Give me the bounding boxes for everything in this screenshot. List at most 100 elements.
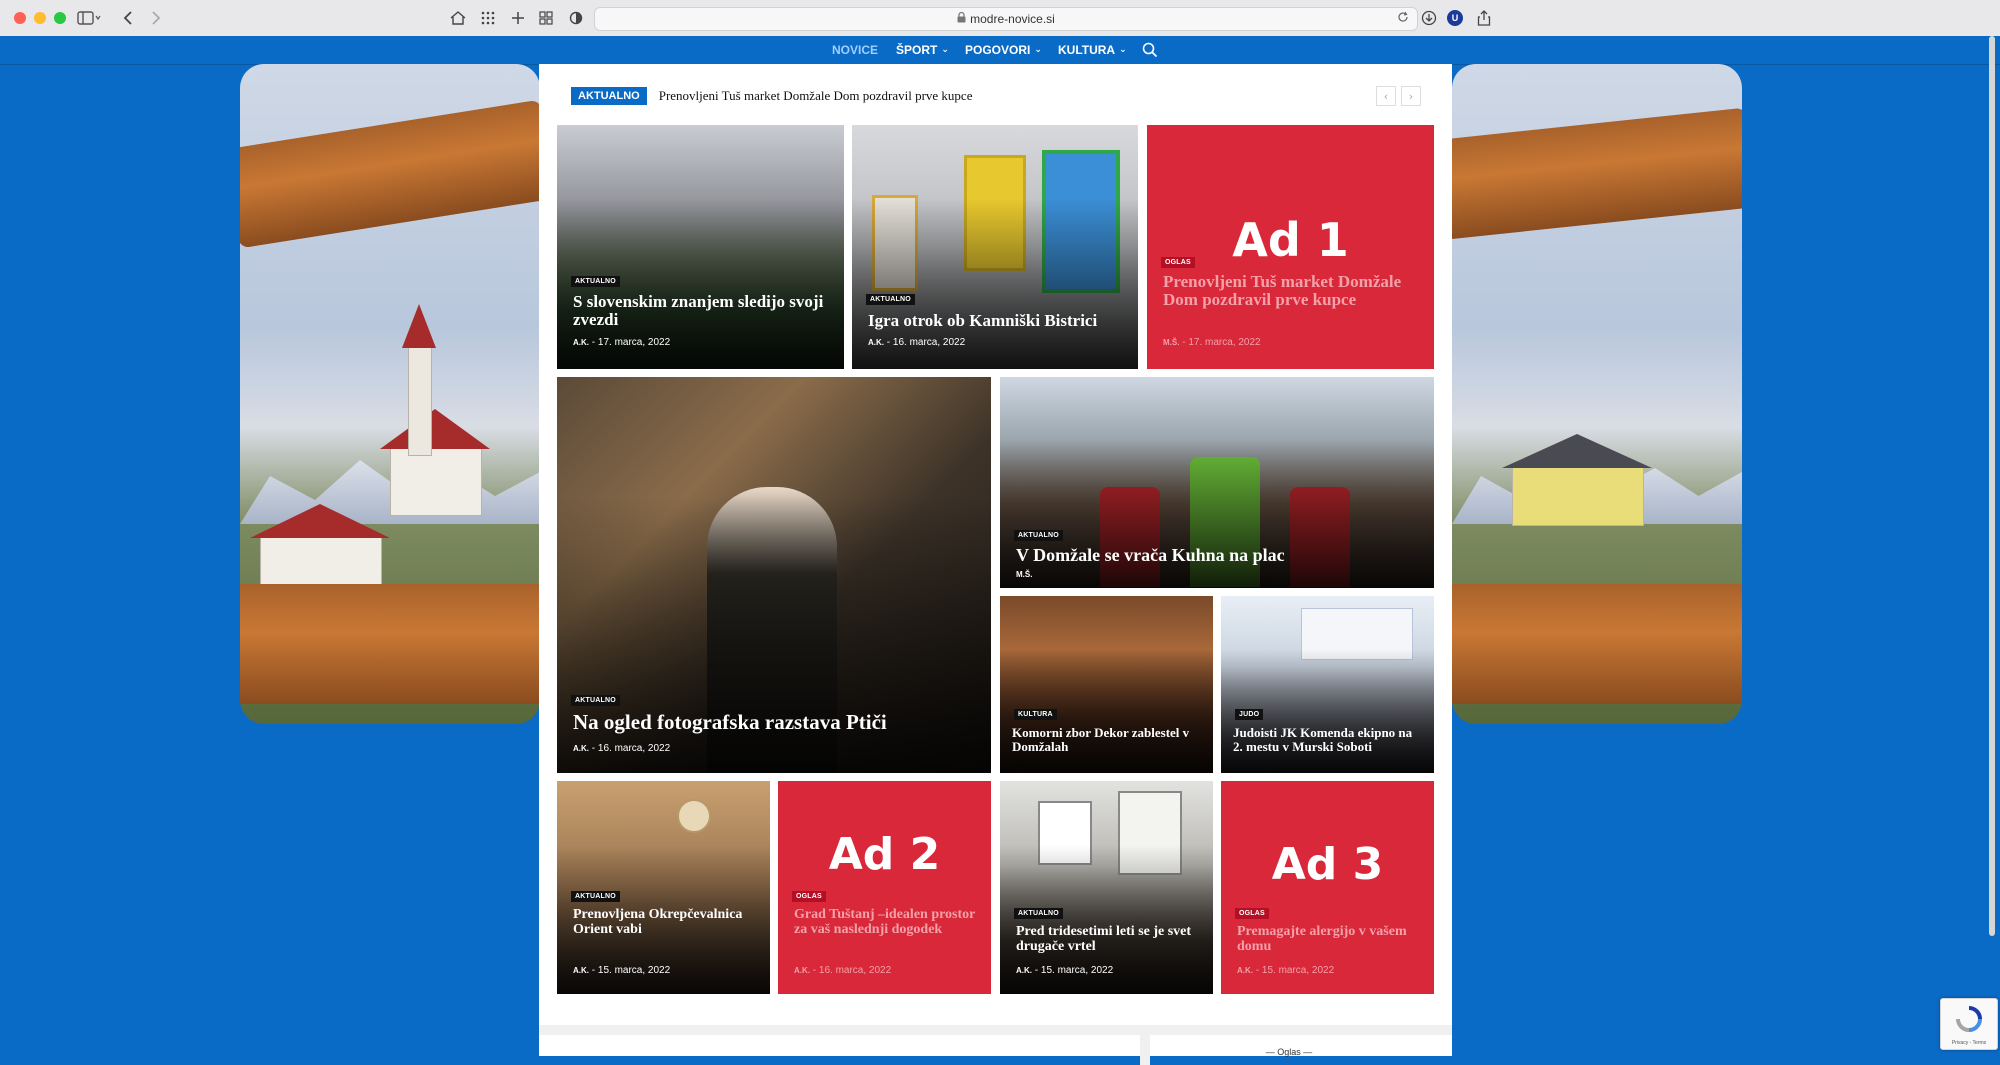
chevron-down-icon: ⌄ <box>1034 45 1042 55</box>
article-tile[interactable]: AKTUALNO S slovenskim znanjem sledijo sv… <box>557 125 844 369</box>
news-ticker: AKTUALNO Prenovljeni Tuš market Domžale … <box>571 86 972 106</box>
close-window-button[interactable] <box>14 12 26 24</box>
article-author: A.K. <box>1016 966 1032 975</box>
article-tile[interactable]: AKTUALNO Pred tridesetimi leti se je sve… <box>1000 781 1213 994</box>
article-tile[interactable]: AKTUALNO Prenovljena Okrepčevalnica Orie… <box>557 781 770 994</box>
chevron-down-icon: ⌄ <box>941 45 949 55</box>
article-meta: A.K. - 17. marca, 2022 <box>573 337 671 348</box>
ad-label: Ad 3 <box>1271 839 1384 890</box>
privacy-shield-icon[interactable] <box>566 8 586 28</box>
article-author: A.K. <box>573 744 589 753</box>
profile-initial: U <box>1447 10 1463 26</box>
article-author: A.K. <box>573 966 589 975</box>
ticker-headline-link[interactable]: Prenovljeni Tuš market Domžale Dom pozdr… <box>659 88 973 104</box>
ad-tile[interactable]: Ad 1 OGLAS Prenovljeni Tuš market Domžal… <box>1147 125 1434 369</box>
tab-overview-icon[interactable] <box>536 8 556 28</box>
article-title[interactable]: V Domžale se vrača Kuhna na plac <box>1016 546 1420 565</box>
reload-icon[interactable] <box>1397 11 1409 26</box>
article-meta: A.K. - 16. marca, 2022 <box>573 743 671 754</box>
article-meta: A.K. - 15. marca, 2022 <box>1237 965 1335 976</box>
lock-icon <box>957 11 966 26</box>
article-title[interactable]: Igra otrok ob Kamniški Bistrici <box>868 312 1124 330</box>
download-icon[interactable] <box>1419 8 1439 28</box>
category-badge: AKTUALNO <box>1014 530 1063 541</box>
article-author: M.Š. <box>1016 570 1033 579</box>
article-meta: A.K. - 16. marca, 2022 <box>794 965 892 976</box>
nav-item-sport[interactable]: ŠPORT ⌄ <box>896 40 949 60</box>
nav-label: KULTURA <box>1058 43 1116 57</box>
category-badge: AKTUALNO <box>571 891 620 902</box>
article-tile[interactable]: AKTUALNO V Domžale se vrača Kuhna na pla… <box>1000 377 1434 588</box>
ad-title[interactable]: Premagajte alergijo v vašem domu <box>1237 924 1420 954</box>
home-icon[interactable] <box>448 8 468 28</box>
ticker-prev-button[interactable]: ‹ <box>1376 86 1396 106</box>
category-badge: AKTUALNO <box>1014 908 1063 919</box>
article-title[interactable]: Prenovljena Okrepčevalnica Orient vabi <box>573 907 756 937</box>
article-title[interactable]: Judoisti JK Komenda ekipno na 2. mestu v… <box>1233 726 1420 753</box>
nav-item-kultura[interactable]: KULTURA ⌄ <box>1058 40 1127 60</box>
browser-toolbar: modre-novice.si U <box>0 0 2000 37</box>
article-tile[interactable]: AKTUALNO Igra otrok ob Kamniški Bistrici… <box>852 125 1138 369</box>
article-author: A.K. <box>573 338 589 347</box>
nav-label: ŠPORT <box>896 43 938 57</box>
article-meta: A.K. - 15. marca, 2022 <box>1016 965 1114 976</box>
category-badge: OGLAS <box>1235 908 1269 919</box>
nav-item-novice[interactable]: NOVICE <box>832 40 878 60</box>
article-title[interactable]: Komorni zbor Dekor zablestel v Domžalah <box>1012 726 1199 753</box>
new-tab-icon[interactable] <box>508 8 528 28</box>
article-author: A.K. <box>794 966 810 975</box>
share-icon[interactable] <box>1474 8 1494 28</box>
ad-label: Ad 2 <box>828 829 941 880</box>
background-scene-right <box>1452 64 1742 724</box>
maximize-window-button[interactable] <box>54 12 66 24</box>
category-badge: OGLAS <box>1161 257 1195 268</box>
category-badge: AKTUALNO <box>571 276 620 287</box>
recaptcha-footer[interactable]: Privacy - Terms <box>1943 1040 1995 1046</box>
article-author: A.K. <box>1237 966 1253 975</box>
article-date: 16. marca, 2022 <box>892 337 966 348</box>
apps-grid-icon[interactable] <box>478 8 498 28</box>
article-title[interactable]: Na ogled fotografska razstava Ptiči <box>573 711 977 733</box>
category-badge: JUDO <box>1235 709 1264 720</box>
section-divider <box>539 1025 1452 1035</box>
category-badge: AKTUALNO <box>571 695 620 706</box>
site-navigation: NOVICE ŠPORT ⌄ POGOVORI ⌄ KULTURA ⌄ <box>0 36 2000 65</box>
anniversary-sign <box>677 799 711 833</box>
recaptcha-badge[interactable]: Privacy - Terms <box>1940 998 1998 1050</box>
background-scene-left <box>240 64 540 724</box>
article-meta: A.K. - 16. marca, 2022 <box>868 337 966 348</box>
chevron-down-icon: ⌄ <box>1119 45 1127 55</box>
search-icon[interactable] <box>1142 40 1158 60</box>
article-author: M.Š. <box>1163 338 1180 347</box>
ticker-next-button[interactable]: › <box>1401 86 1421 106</box>
article-tile[interactable]: AKTUALNO Na ogled fotografska razstava P… <box>557 377 991 773</box>
address-bar[interactable]: modre-novice.si <box>594 7 1418 31</box>
forward-icon[interactable] <box>146 8 166 28</box>
article-title[interactable]: Pred tridesetimi leti se je svet drugače… <box>1016 924 1199 954</box>
recaptcha-icon <box>1955 1005 1983 1038</box>
page-scrollbar[interactable] <box>1988 36 1996 966</box>
category-badge: KULTURA <box>1014 709 1057 720</box>
article-date: 17. marca, 2022 <box>1188 337 1261 348</box>
profile-icon[interactable]: U <box>1445 8 1465 28</box>
article-tile[interactable]: KULTURA Komorni zbor Dekor zablestel v D… <box>1000 596 1213 773</box>
nav-item-pogovori[interactable]: POGOVORI ⌄ <box>965 40 1042 60</box>
ad-tile[interactable]: Ad 2 OGLAS Grad Tuštanj –idealen prostor… <box>778 781 991 994</box>
article-date: 15. marca, 2022 <box>1261 965 1335 976</box>
article-title[interactable]: S slovenskim znanjem sledijo svoji zvezd… <box>573 293 830 329</box>
article-author: A.K. <box>868 338 884 347</box>
minimize-window-button[interactable] <box>34 12 46 24</box>
article-meta: M.Š. <box>1016 569 1032 580</box>
ad-title[interactable]: Prenovljeni Tuš market Domžale Dom pozdr… <box>1163 273 1420 309</box>
url-text: modre-novice.si <box>970 12 1055 26</box>
article-tile[interactable]: JUDO Judoisti JK Komenda ekipno na 2. me… <box>1221 596 1434 773</box>
back-icon[interactable] <box>118 8 138 28</box>
ad-tile[interactable]: Ad 3 OGLAS Premagajte alergijo v vašem d… <box>1221 781 1434 994</box>
column-divider <box>1140 1025 1150 1065</box>
article-date: 15. marca, 2022 <box>597 965 671 976</box>
article-date: 15. marca, 2022 <box>1040 965 1114 976</box>
ad-title[interactable]: Grad Tuštanj –idealen prostor za vaš nas… <box>794 907 977 937</box>
nav-label: POGOVORI <box>965 43 1031 57</box>
category-badge: OGLAS <box>792 891 826 902</box>
sidebar-icon[interactable] <box>72 8 106 28</box>
